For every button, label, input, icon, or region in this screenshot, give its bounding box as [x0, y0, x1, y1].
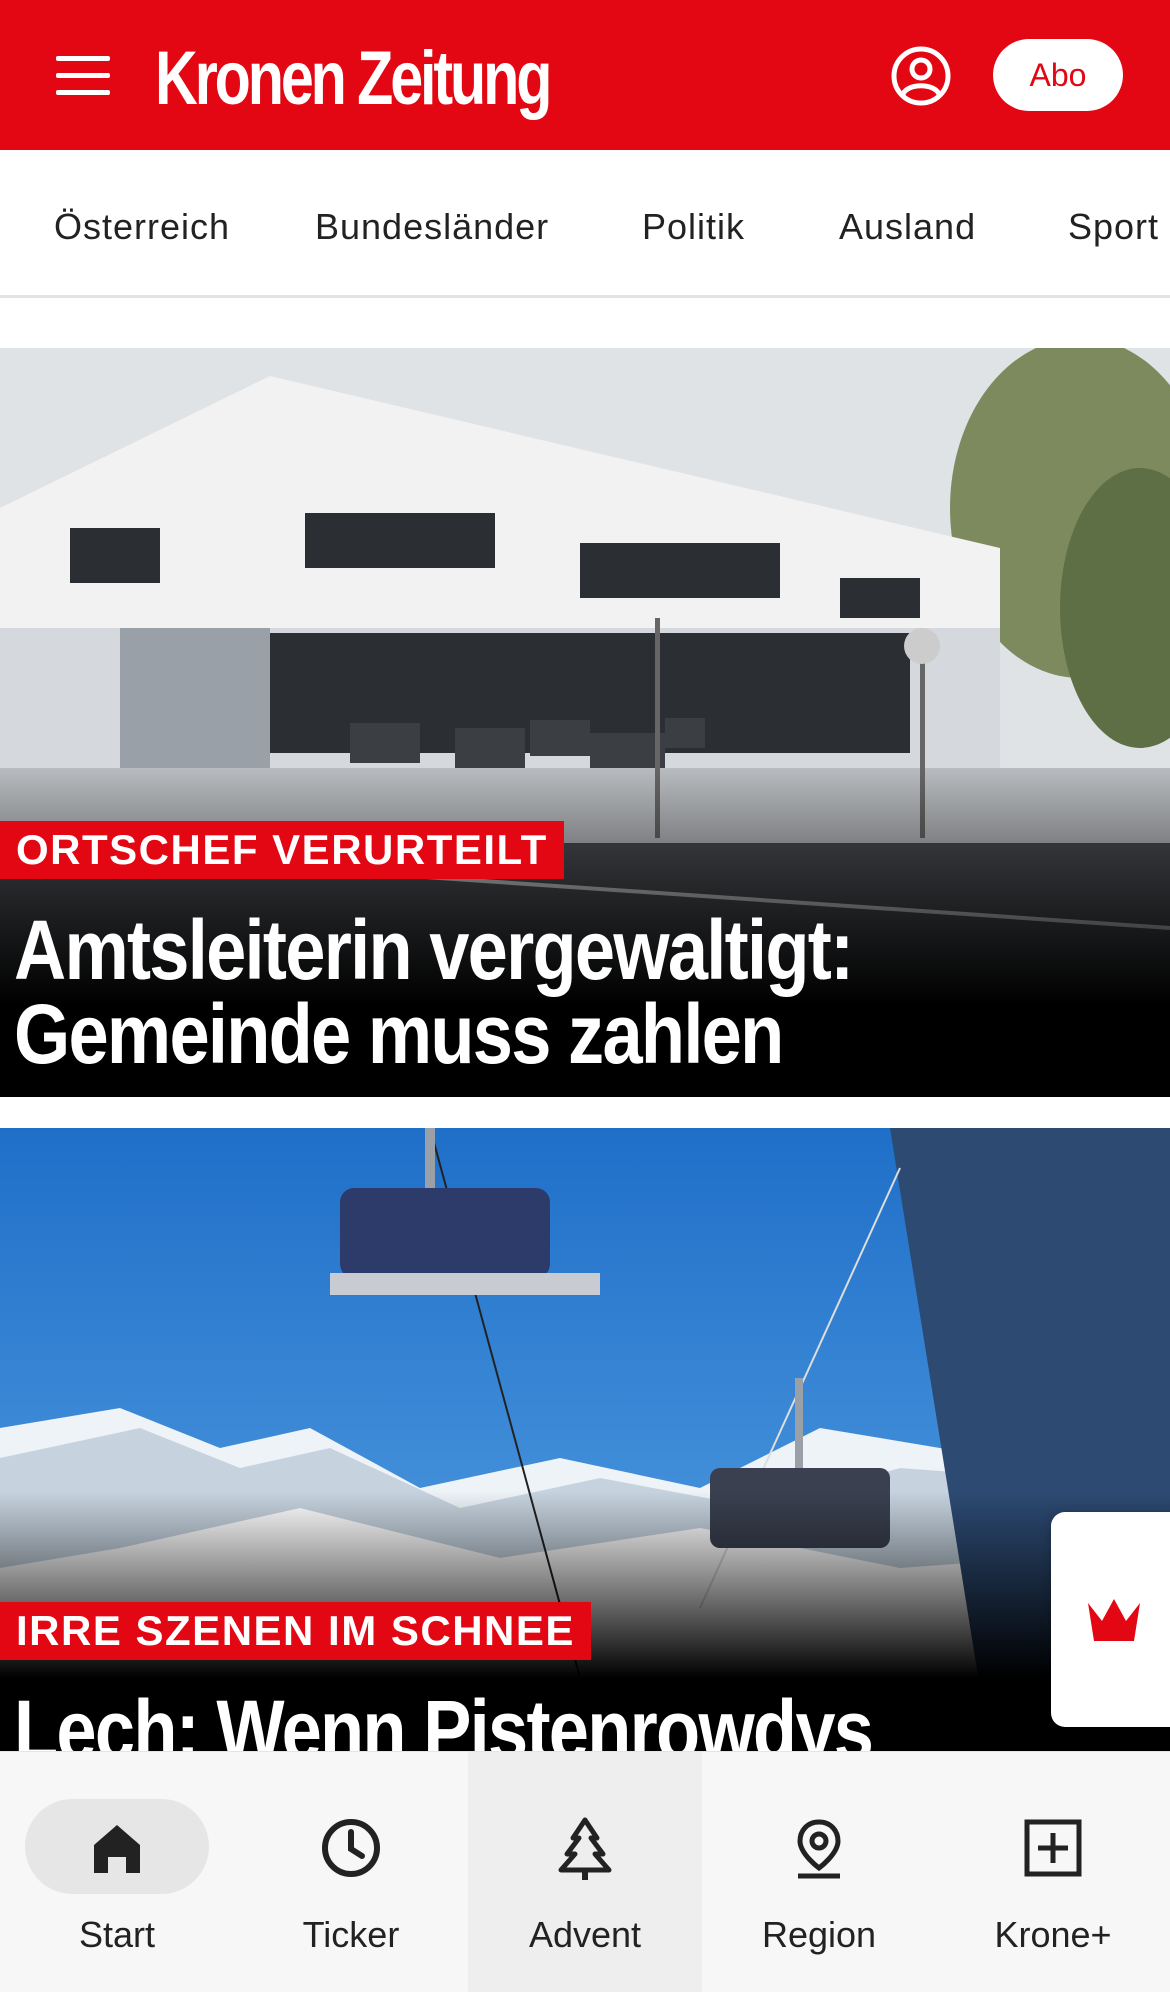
home-icon: [94, 1825, 140, 1873]
abo-button[interactable]: Abo: [993, 39, 1123, 111]
nav-label: Krone+: [994, 1914, 1112, 1955]
category-ausland[interactable]: Ausland: [839, 206, 976, 248]
app-logo[interactable]: Kronen Zeitung: [155, 38, 552, 120]
category-nav: Österreich Bundesländer Politik Ausland …: [0, 150, 1170, 298]
article-kicker: ORTSCHEF VERURTEILT: [0, 821, 564, 879]
menu-button[interactable]: [48, 48, 120, 104]
nav-label: Start: [78, 1914, 156, 1955]
nav-advent[interactable]: Advent: [468, 1752, 702, 1992]
plus-box-icon: [1024, 1819, 1082, 1877]
article-card-1[interactable]: ORTSCHEF VERURTEILT Amtsleiterin vergewa…: [0, 348, 1170, 1097]
category-politik[interactable]: Politik: [642, 206, 745, 248]
tree-icon: [558, 1817, 612, 1880]
article-headline: Amtsleiterin vergewaltigt: Gemeinde muss…: [14, 903, 854, 1081]
article-card-2[interactable]: IRRE SZENEN IM SCHNEE Lech: Wenn Pistenr…: [0, 1128, 1170, 1751]
clock-icon: [322, 1819, 380, 1877]
location-pin-icon: [797, 1819, 841, 1879]
nav-start[interactable]: Start: [0, 1752, 234, 1992]
category-sport[interactable]: Sport: [1068, 206, 1159, 248]
profile-button[interactable]: [890, 45, 952, 107]
category-oesterreich[interactable]: Österreich: [54, 206, 230, 248]
hamburger-icon: [56, 56, 110, 61]
category-bundeslaender[interactable]: Bundesländer: [315, 206, 549, 248]
nav-label: Advent: [528, 1914, 642, 1955]
app-header: Kronen Zeitung Abo: [0, 0, 1170, 150]
bottom-nav: Start Ticker Advent Region Krone+: [0, 1751, 1170, 1992]
nav-krone-plus[interactable]: Krone+: [936, 1752, 1170, 1992]
article-headline: Lech: Wenn Pistenrowdys: [14, 1683, 874, 1751]
nav-label: Ticker: [302, 1914, 400, 1955]
article-kicker: IRRE SZENEN IM SCHNEE: [0, 1602, 591, 1660]
nav-label: Region: [761, 1914, 877, 1955]
user-icon: [891, 46, 951, 106]
nav-region[interactable]: Region: [702, 1752, 936, 1992]
nav-ticker[interactable]: Ticker: [234, 1752, 468, 1992]
crown-icon: [1087, 1598, 1140, 1641]
krone-plus-widget[interactable]: [1051, 1512, 1170, 1727]
